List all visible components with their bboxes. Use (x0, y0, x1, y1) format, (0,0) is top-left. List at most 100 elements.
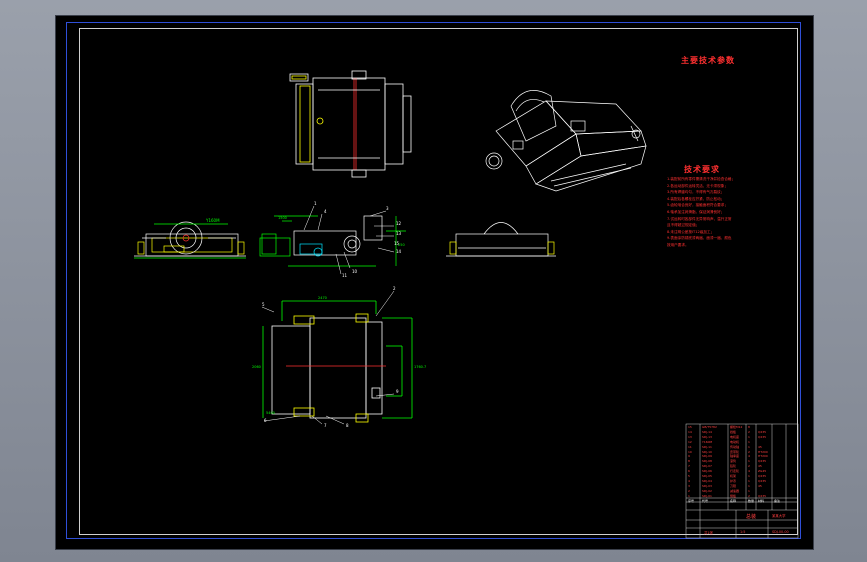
title-block-scale: 1:5 (740, 530, 746, 534)
parts-list-cell: 行走轮 (730, 469, 740, 474)
tech-requirement-line: 按用户要求。 (667, 242, 689, 247)
parts-list-cell: GB/T5782 (702, 425, 717, 429)
parts-list-cell: 皮带轮 (730, 449, 740, 454)
parts-list-header: 数量 (748, 499, 755, 503)
parts-list-cell: 10 (688, 449, 692, 454)
part-balloon[interactable]: 14 (396, 249, 401, 254)
parts-list-cell: SDJ-06 (702, 469, 712, 474)
parts-list-cell: 机架 (730, 474, 737, 478)
plan-bottom-dim: 5400 (266, 411, 275, 415)
plan-height-dim: 2060 (252, 365, 261, 369)
parts-list-cell: 8 (748, 425, 750, 429)
parts-list-cell: 2 (748, 464, 750, 469)
parts-list-cell: 1 (688, 493, 690, 498)
part-balloon[interactable]: 13 (396, 231, 401, 236)
cad-viewport[interactable]: Y160M 1500 250 2470 2060 1760.7 5400 主要技… (55, 15, 814, 550)
parts-list-cell: 11 (688, 444, 692, 449)
plan-right-dim: 1760.7 (414, 365, 426, 369)
parts-list-cell: 挡板 (730, 429, 737, 434)
part-balloon[interactable]: 1 (314, 201, 317, 206)
parts-list-cell: 滚筒 (730, 459, 737, 464)
parts-list-cell: 1 (748, 444, 750, 449)
parts-list-cell: 1 (748, 474, 750, 478)
parts-list-cell: 1 (748, 478, 750, 483)
parts-list-cell: 7 (688, 464, 690, 469)
parts-list-cell: SDJ-05 (702, 474, 712, 478)
motor-dimension-label: Y160M (205, 218, 220, 223)
parts-list-cell: SDJ-03 (702, 483, 712, 488)
parts-list-cell: Q235 (758, 429, 767, 434)
parts-list-cell: 侧板 (730, 493, 737, 498)
title-block-drawing-name: 总装 (746, 514, 757, 520)
parts-list-cell: 45 (758, 464, 762, 469)
isometric-view (485, 90, 647, 192)
parts-list-cell: 4 (688, 478, 690, 483)
tech-requirement-line: 2.各运动部件运转灵活，无卡滞现象； (667, 183, 728, 188)
part-balloon[interactable]: 12 (396, 221, 401, 226)
tech-requirement-line: 1.装配前所有零件需清洗干净并检查合格； (667, 177, 736, 181)
tech-requirement-line: 3.所有焊缝均匀，不得有气孔裂纹； (667, 190, 725, 195)
parts-list-cell: 1 (748, 488, 750, 493)
parts-list-cell: 2 (748, 493, 750, 498)
side-width-dim: 1500 (278, 216, 287, 220)
parts-list-cell: Q235 (758, 474, 767, 478)
tech-requirement-line: 9.表面涂防锈底漆两遍，面漆一遍，颜色 (667, 236, 732, 241)
parts-list-cell: ZG45 (758, 469, 767, 474)
parts-list-cell: Q235 (758, 478, 767, 483)
parts-list-cell: SDJ-10 (702, 449, 712, 454)
parts-list-cell: SDJ-14 (702, 429, 712, 434)
parts-list-cell: Y160M (702, 439, 713, 444)
parts-list-header: 材料 (758, 499, 765, 503)
parts-list-cell: SDJ-08 (702, 459, 712, 464)
title-block-sheet: 共1张 (704, 531, 713, 535)
parts-list-cell: SDJ-04 (702, 478, 712, 483)
left-side-view: Y160M (134, 218, 246, 259)
parts-list-cell: 传动轴 (730, 444, 740, 449)
parts-list-cell: 6 (688, 469, 690, 474)
tech-requirement-line: 6.轴承加注润滑脂，保证润滑良好； (667, 209, 725, 214)
tech-requirement-line: 且不得超过规定值； (667, 223, 700, 228)
parts-list-cell: 1 (748, 434, 750, 439)
parts-list-cell: Q235 (758, 493, 767, 498)
parts-list-cell: 2 (688, 488, 690, 493)
parts-list-cell: 1 (748, 483, 750, 488)
part-balloon[interactable]: 6 (264, 418, 267, 423)
parts-list-cell: 3 (688, 483, 690, 488)
parts-list-cell: 轴承座 (730, 454, 740, 459)
parts-list-cell: 45 (758, 444, 762, 449)
parts-list-cell: 2 (748, 449, 750, 454)
tech-requirement-line: 4.装配后各螺栓应拧紧，防止松动； (667, 196, 725, 201)
top-view (289, 70, 412, 178)
parts-list-cell: 4 (748, 454, 750, 459)
part-balloon[interactable]: 7 (324, 423, 327, 428)
title-block-drawing-no: SDJ-00-00 (772, 530, 789, 534)
part-balloon[interactable]: 4 (324, 209, 327, 214)
parts-list-cell: 1 (748, 439, 750, 444)
part-balloon[interactable]: 10 (352, 269, 357, 274)
tech-requirement-line: 7.试运转时各部件无异常响声，温升正常 (667, 216, 732, 221)
parts-list-header: 备注 (774, 499, 781, 503)
parts-list-cell: SDJ-09 (702, 454, 712, 459)
plan-width-dim: 2470 (318, 296, 327, 300)
part-balloon[interactable]: 11 (342, 273, 347, 278)
parts-list-header: 代号 (702, 499, 709, 503)
part-balloon[interactable]: 3 (386, 206, 389, 211)
part-balloon[interactable]: 2 (393, 286, 396, 291)
part-balloon[interactable]: 5 (262, 302, 265, 307)
section-view: 1500 250 (259, 215, 406, 267)
parts-list-cell: SDJ-11 (702, 444, 712, 449)
parts-list-header: 序号 (688, 499, 695, 503)
parts-list-cell: SDJ-01 (702, 493, 712, 498)
cad-drawing: Y160M 1500 250 2470 2060 1760.7 5400 (134, 70, 799, 539)
parts-list-cell: HT200 (758, 449, 768, 454)
parts-list-cell: 1 (748, 459, 750, 464)
tech-requirements-title: 技术要求 (684, 165, 720, 174)
parts-list-cell: SDJ-13 (702, 434, 712, 439)
title-block-school: 某某大学 (772, 514, 786, 518)
part-balloon[interactable]: 15 (394, 241, 399, 246)
parts-list-cell: SDJ-02 (702, 488, 712, 493)
part-balloon[interactable]: 8 (346, 423, 349, 428)
parts-list-cell: 电机座 (730, 434, 740, 439)
parts-list-cell: 链轮 (730, 464, 737, 469)
part-balloon[interactable]: 9 (396, 389, 399, 394)
